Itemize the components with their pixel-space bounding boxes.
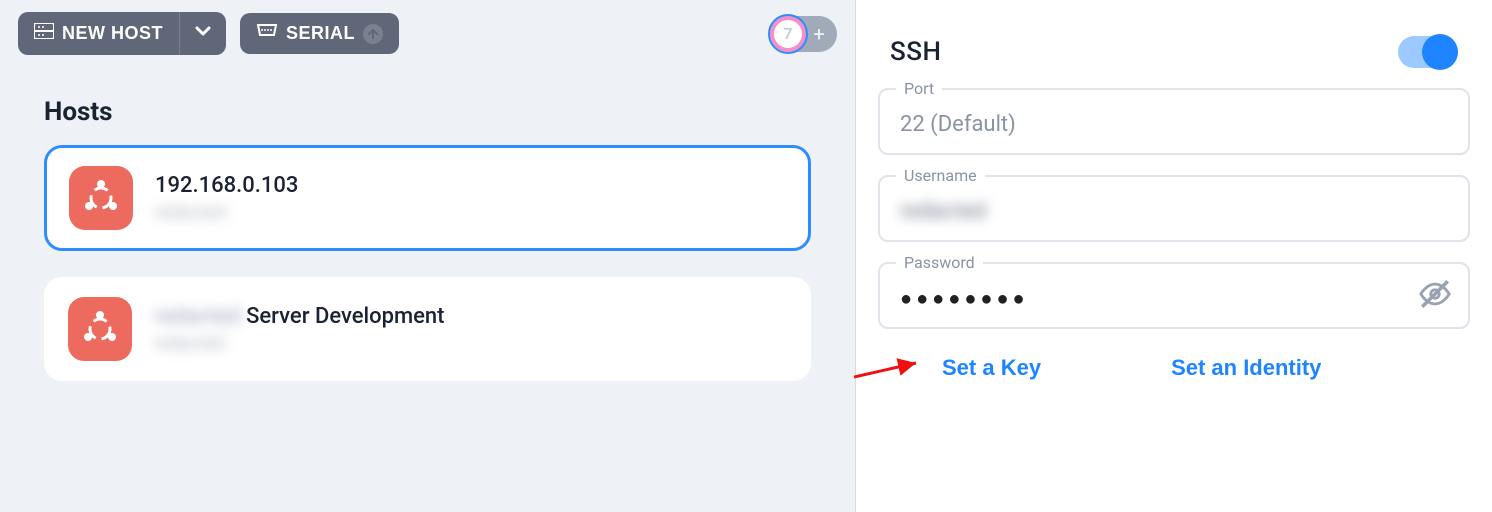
serial-label: SERIAL [286,23,355,44]
ssh-panel: SSH Port 22 (Default) Username redacted … [855,0,1492,512]
toolbar: NEW HOST SERIAL 7 + [0,0,855,67]
port-field[interactable]: Port 22 (Default) [878,88,1470,155]
arrow-annotation-icon [854,355,934,385]
host-title: redacted Server Development [154,304,445,329]
password-field[interactable]: Password ●●●●●●●● [878,262,1470,329]
ssh-toggle[interactable] [1398,36,1458,68]
host-card[interactable]: redacted Server Development redacted [44,277,811,381]
ssh-header: SSH [856,0,1492,78]
username-field[interactable]: Username redacted [878,175,1470,242]
port-label: Port [896,79,942,98]
new-host-label: NEW HOST [62,23,163,44]
host-card[interactable]: 192.168.0.103 redacted [44,145,811,251]
toggle-knob [1422,34,1458,70]
set-key-link[interactable]: Set a Key [942,355,1041,381]
notification-pill[interactable]: 7 + [770,16,837,52]
username-label: Username [896,166,985,185]
host-subtitle: redacted [154,333,224,354]
hosts-section-title: Hosts [0,67,855,145]
ubuntu-icon [68,297,132,361]
ssh-links: Set a Key Set an Identity [856,329,1492,381]
username-value: redacted [900,199,986,224]
new-host-dropdown[interactable] [180,12,226,55]
ssh-title: SSH [890,37,941,67]
ubuntu-icon [69,166,133,230]
serial-button[interactable]: SERIAL [240,13,399,54]
ssh-fields: Port 22 (Default) Username redacted Pass… [856,78,1492,329]
new-host-button[interactable]: NEW HOST [18,12,179,55]
serial-group: SERIAL [240,13,399,54]
new-host-group: NEW HOST [18,12,226,55]
port-value: 22 (Default) [900,112,1448,137]
toolbar-right: 7 + [770,16,837,52]
serial-arrow-icon [363,24,383,44]
eye-off-icon[interactable] [1418,277,1452,315]
host-subtitle: redacted [155,202,225,223]
password-label: Password [896,253,983,272]
password-value: ●●●●●●●● [900,286,1448,311]
hosts-grid-icon [34,23,54,44]
notification-count: 7 [770,16,806,52]
set-identity-link[interactable]: Set an Identity [1171,355,1321,381]
add-button[interactable]: + [804,19,834,49]
host-list: 192.168.0.103 redacted redacted Server D… [0,145,855,381]
host-text: 192.168.0.103 redacted [155,173,298,223]
host-text: redacted Server Development redacted [154,304,445,354]
host-title: 192.168.0.103 [155,173,298,198]
serial-port-icon [256,23,278,44]
chevron-down-icon [194,22,212,45]
